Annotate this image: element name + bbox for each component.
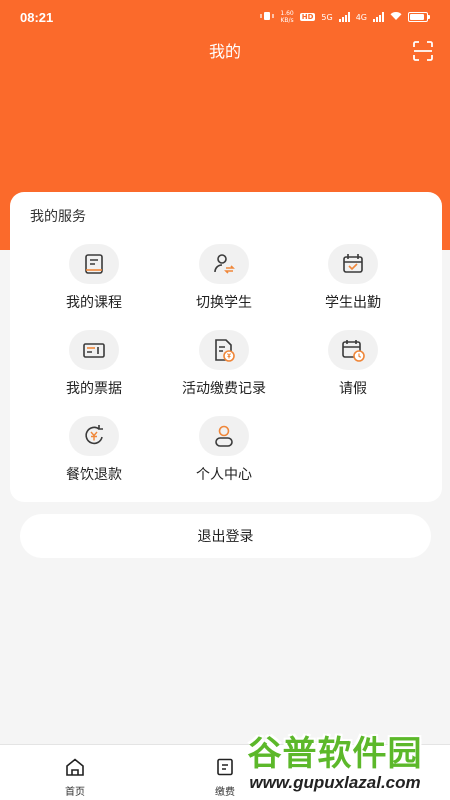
vibrate-icon xyxy=(260,11,274,23)
payment-record-icon xyxy=(199,330,249,370)
service-label: 学生出勤 xyxy=(325,295,381,311)
tab-home[interactable]: 首页 xyxy=(0,745,150,800)
ticket-icon xyxy=(69,330,119,370)
status-icons: 1.60 KB/s HD 5G 4G xyxy=(260,10,430,24)
person-icon xyxy=(199,416,249,456)
payment-icon xyxy=(214,757,236,781)
switch-user-icon xyxy=(199,244,249,284)
service-my-courses[interactable]: 我的课程 xyxy=(24,244,164,324)
refund-icon xyxy=(69,416,119,456)
signal-4g-icon xyxy=(373,12,384,22)
network-speed-value: 1.60 xyxy=(280,10,294,17)
leave-calendar-icon xyxy=(328,330,378,370)
page-title: 我的 xyxy=(208,42,241,61)
battery-icon xyxy=(408,12,430,22)
calendar-check-icon xyxy=(328,244,378,284)
service-switch-student[interactable]: 切换学生 xyxy=(154,244,294,324)
service-label: 我的课程 xyxy=(66,295,122,311)
service-leave-request[interactable]: 请假 xyxy=(283,330,423,410)
wifi-icon xyxy=(390,11,402,23)
status-bar: 08:21 1.60 KB/s HD 5G 4G xyxy=(0,0,450,34)
sim2-label: 4G xyxy=(355,12,367,22)
tab-mine[interactable] xyxy=(300,745,450,800)
tab-payment[interactable]: 缴费 xyxy=(150,745,300,800)
home-icon xyxy=(64,757,86,781)
hd-badge: HD xyxy=(299,13,316,21)
service-meal-refund[interactable]: 餐饮退款 xyxy=(24,416,164,496)
scan-icon[interactable] xyxy=(412,40,434,62)
network-speed: 1.60 KB/s xyxy=(280,10,293,24)
tab-bar: 首页 缴费 xyxy=(0,744,450,800)
sim1-label: 5G xyxy=(321,12,333,22)
service-label: 切换学生 xyxy=(196,295,252,311)
services-card: 我的服务 我的课程 切换学生 学生出勤 我的票据 活动缴费记录 请假 餐饮退款 … xyxy=(10,192,442,502)
status-time: 08:21 xyxy=(20,9,54,25)
service-label: 我的票据 xyxy=(66,381,122,397)
service-label: 活动缴费记录 xyxy=(182,381,266,397)
network-speed-unit: KB/s xyxy=(280,17,294,24)
book-icon xyxy=(69,244,119,284)
services-title: 我的服务 xyxy=(30,209,86,225)
service-student-attendance[interactable]: 学生出勤 xyxy=(283,244,423,324)
tab-payment-label: 缴费 xyxy=(215,787,235,798)
service-label: 餐饮退款 xyxy=(66,467,122,483)
service-personal-center[interactable]: 个人中心 xyxy=(154,416,294,496)
service-label: 请假 xyxy=(339,381,367,397)
service-payment-records[interactable]: 活动缴费记录 xyxy=(154,330,294,410)
logout-button[interactable]: 退出登录 xyxy=(20,514,431,558)
service-label: 个人中心 xyxy=(196,467,252,483)
tab-home-label: 首页 xyxy=(65,787,85,798)
service-my-tickets[interactable]: 我的票据 xyxy=(24,330,164,410)
signal-5g-icon xyxy=(338,12,350,22)
